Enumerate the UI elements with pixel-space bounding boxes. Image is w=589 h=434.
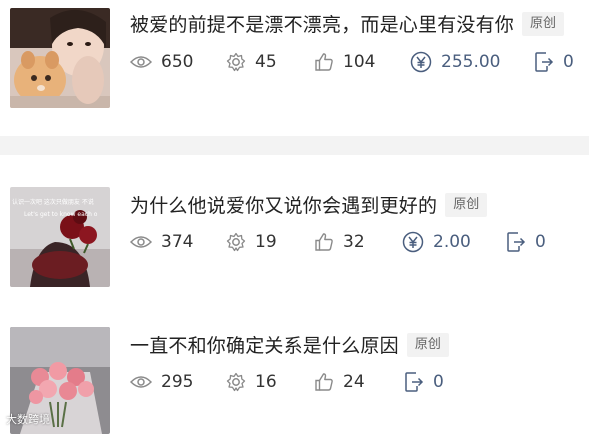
earnings-amount: 255.00 xyxy=(441,52,501,72)
article-thumbnail-1[interactable] xyxy=(10,8,110,108)
view-count: 374 xyxy=(161,232,194,252)
original-tag-1: 原创 xyxy=(522,11,565,36)
original-tag-3: 原创 xyxy=(406,332,449,357)
eye-icon xyxy=(130,56,152,68)
like-count: 32 xyxy=(343,232,365,252)
thumbs-up-icon xyxy=(315,53,333,71)
watermark: 大数跨境 xyxy=(6,413,50,426)
thumbnail-caption-en: Let's get to know each o xyxy=(24,211,98,218)
article-feed: 被爱的前提不是漂不漂亮，而是心里有没有你 原创 650 45 104 255.0… xyxy=(0,0,589,434)
share-count: 0 xyxy=(535,232,546,252)
article-stats-1: 650 45 104 255.00 0 xyxy=(130,49,574,75)
article-thumbnail-2[interactable]: 认识一次吧 这次只做朋友 不说 Let's get to know each o xyxy=(10,187,110,287)
share-icon[interactable] xyxy=(404,371,424,393)
article-stats-3: 295 16 24 0 xyxy=(130,369,444,395)
section-divider xyxy=(0,136,589,155)
thumbs-up-icon xyxy=(315,373,333,391)
original-tag-2: 原创 xyxy=(445,192,488,217)
article-title-3[interactable]: 一直不和你确定关系是什么原因 xyxy=(130,331,399,358)
share-count: 0 xyxy=(433,372,444,392)
share-icon[interactable] xyxy=(534,51,554,73)
article-card-1[interactable]: 被爱的前提不是漂不漂亮，而是心里有没有你 原创 650 45 104 255.0… xyxy=(0,0,589,136)
eye-icon xyxy=(130,236,152,248)
favorite-count: 19 xyxy=(255,232,277,252)
view-count: 650 xyxy=(161,52,194,72)
gear-icon xyxy=(226,52,246,72)
article-card-2[interactable]: 认识一次吧 这次只做朋友 不说 Let's get to know each o… xyxy=(0,155,589,305)
article-title-1[interactable]: 被爱的前提不是漂不漂亮，而是心里有没有你 xyxy=(130,10,514,37)
thumbs-up-icon xyxy=(315,233,333,251)
thumbnail-caption-cn: 认识一次吧 这次只做朋友 不说 xyxy=(12,199,94,206)
article-title-2[interactable]: 为什么他说爱你又说你会遇到更好的 xyxy=(130,191,437,218)
favorite-count: 16 xyxy=(255,372,277,392)
yen-icon xyxy=(402,231,424,253)
like-count: 24 xyxy=(343,372,365,392)
gear-icon xyxy=(226,232,246,252)
share-icon[interactable] xyxy=(506,231,526,253)
share-count: 0 xyxy=(563,52,574,72)
gear-icon xyxy=(226,372,246,392)
earnings-amount: 2.00 xyxy=(433,232,471,252)
article-stats-2: 374 19 32 2.00 0 xyxy=(130,229,546,255)
yen-icon xyxy=(410,51,432,73)
girl-with-cat-image xyxy=(10,8,110,108)
eye-icon xyxy=(130,376,152,388)
view-count: 295 xyxy=(161,372,194,392)
favorite-count: 45 xyxy=(255,52,277,72)
like-count: 104 xyxy=(343,52,376,72)
article-card-3[interactable]: 一直不和你确定关系是什么原因 原创 295 16 24 0 xyxy=(0,305,589,434)
